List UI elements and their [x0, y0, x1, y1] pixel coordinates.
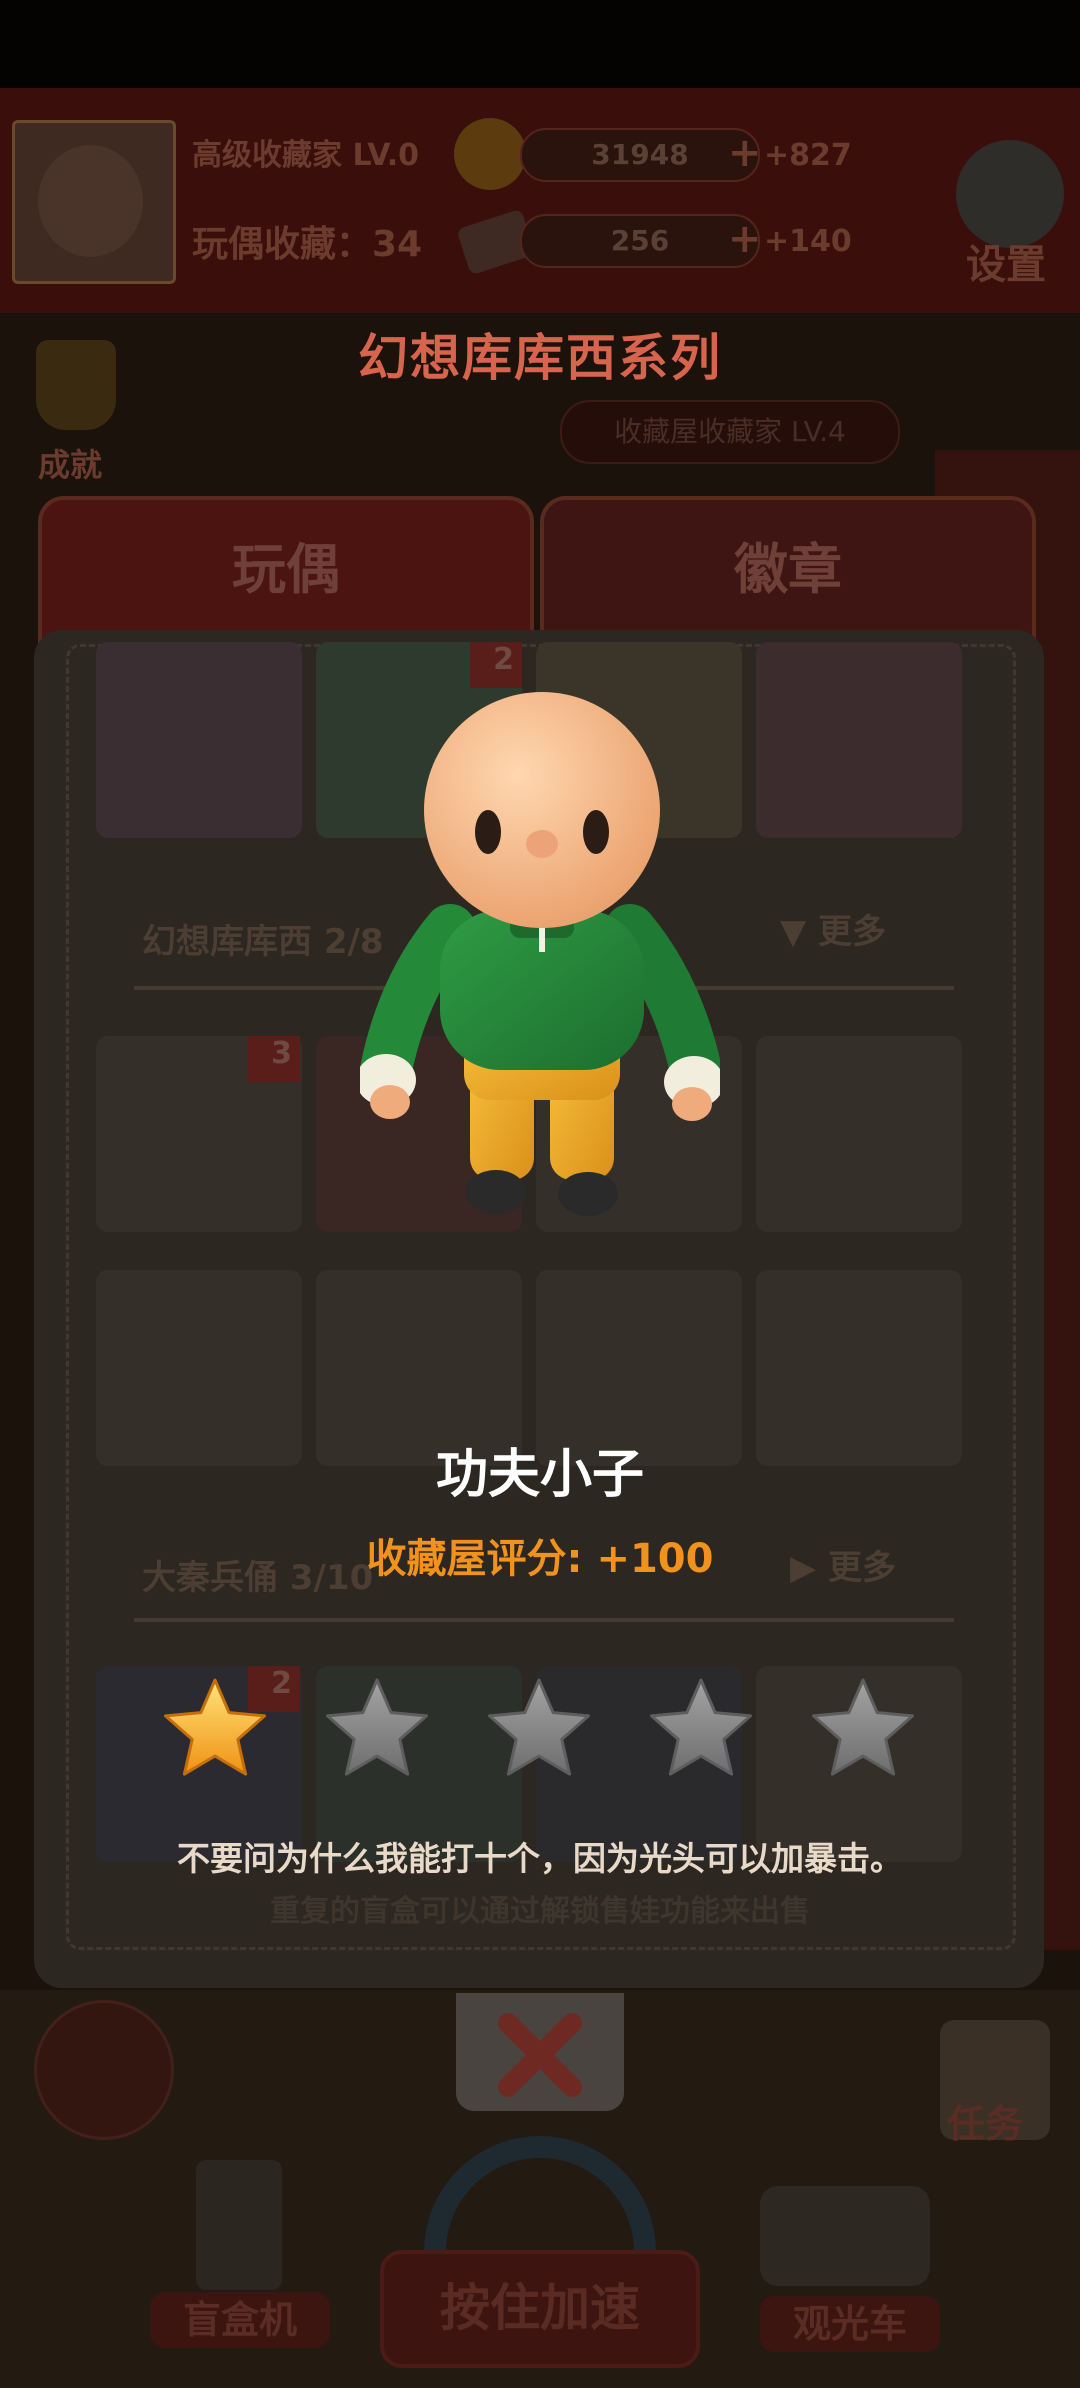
collection-house-level: 收藏屋收藏家 LV.4 [560, 400, 900, 464]
figure-description: 不要问为什么我能打十个，因为光头可以加暴击。 [177, 1839, 903, 1878]
coin-pill: 31948 [520, 128, 760, 182]
collection-score: 收藏屋评分: +100 [366, 1536, 714, 1582]
character-avatar-button[interactable] [34, 2000, 174, 2140]
star-empty-icon [812, 1678, 914, 1776]
series-1-label: 幻想库库西 2/8 [142, 922, 384, 962]
star-filled-icon [164, 1678, 266, 1776]
close-x-icon [498, 2013, 582, 2097]
collection-count: 玩偶收藏：34 [192, 224, 423, 265]
series-1-more[interactable]: ▼ 更多 [780, 904, 886, 953]
tab-dolls[interactable]: 玩偶 [38, 496, 534, 646]
close-button[interactable] [456, 1993, 624, 2111]
star-empty-icon [326, 1678, 428, 1776]
achievements-label: 成就 [38, 446, 103, 484]
task-label: 任务 [946, 2102, 1023, 2146]
figure-name: 功夫小子 [435, 1445, 644, 1505]
series-1-more-label: 更多 [817, 912, 886, 952]
tour-bus-icon[interactable] [760, 2186, 930, 2286]
sell-hint: 重复的盲盒可以通过解锁售娃功能来出售 [270, 1894, 810, 1929]
coin-add-icon[interactable]: + [728, 128, 762, 178]
ticket-add-icon[interactable]: + [728, 214, 762, 264]
doll-card[interactable] [756, 1036, 962, 1232]
player-title: 高级收藏家 LV.0 [192, 138, 420, 173]
status-bar [0, 0, 1080, 88]
ticket-income: +140 [764, 224, 852, 259]
star-rating [164, 1678, 914, 1776]
ticket-value: 256 [610, 224, 670, 257]
star-empty-icon [488, 1678, 590, 1776]
card-count-badge: 2 [470, 642, 522, 688]
star-empty-icon [650, 1678, 752, 1776]
card-count-badge: 3 [248, 1036, 300, 1082]
coin-value: 31948 [591, 138, 689, 171]
doll-card[interactable] [96, 642, 302, 838]
series-title: 幻想库库西系列 [358, 329, 722, 387]
coin-icon [454, 118, 526, 190]
avatar-face [38, 145, 143, 257]
blindbox-machine-icon[interactable] [196, 2160, 282, 2290]
kungfu-kid-figure [360, 692, 720, 1216]
tour-label[interactable]: 观光车 [760, 2296, 940, 2352]
ticket-pill: 256 [520, 214, 760, 268]
boost-button[interactable]: 按住加速 [380, 2250, 700, 2368]
coin-income: +827 [764, 138, 852, 173]
doll-card[interactable] [756, 642, 962, 838]
settings-label: 设置 [966, 242, 1046, 288]
divider [134, 1618, 954, 1622]
tab-badges[interactable]: 徽章 [540, 496, 1036, 646]
blindbox-label[interactable]: 盲盒机 [150, 2292, 330, 2348]
